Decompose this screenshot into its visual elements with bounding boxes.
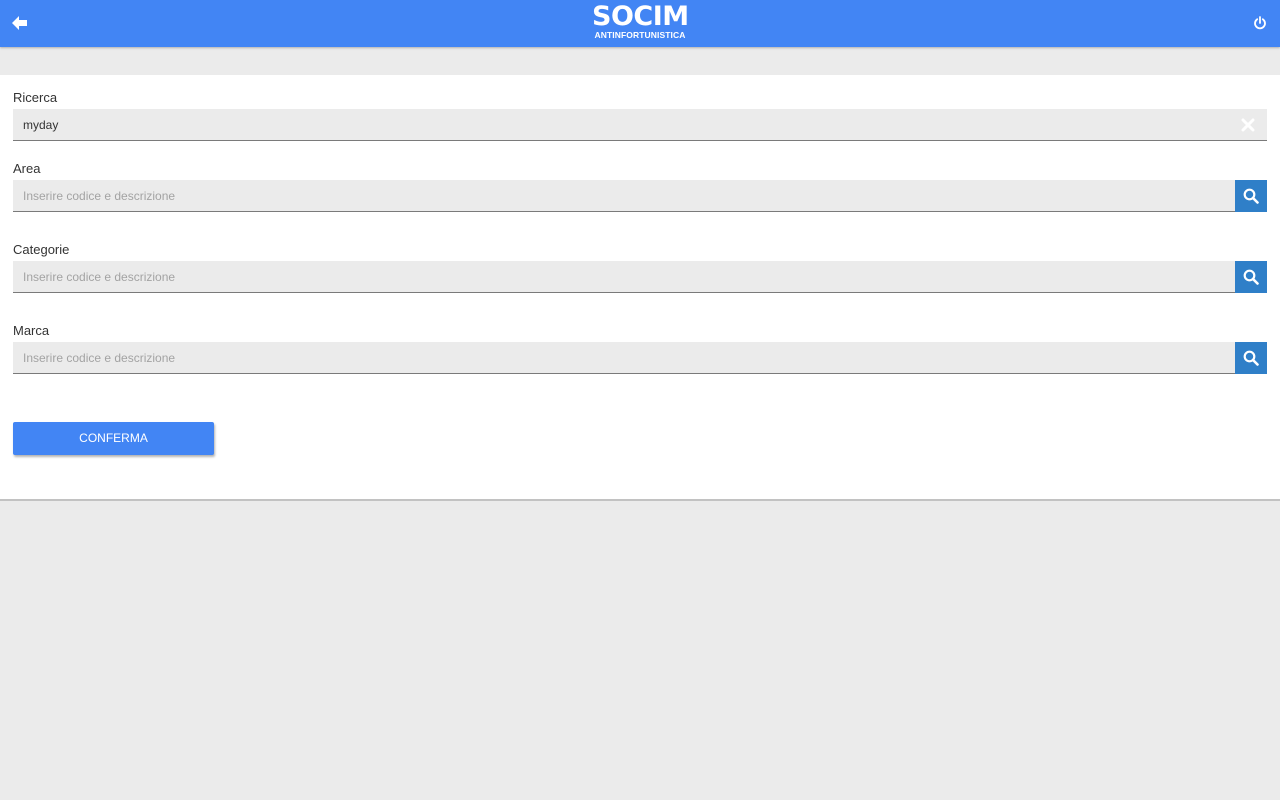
marca-label: Marca xyxy=(13,323,50,338)
confirm-button[interactable]: CONFERMA xyxy=(13,422,214,455)
ricerca-field xyxy=(13,109,1267,141)
marca-input[interactable] xyxy=(13,342,1223,373)
socim-logo: SOCIM ANTINFORTUNISTICA xyxy=(592,1,689,43)
back-button[interactable] xyxy=(8,11,32,35)
search-icon xyxy=(1243,188,1259,204)
close-icon xyxy=(1241,118,1255,132)
filter-panel: Ricerca Area Categorie Marca xyxy=(0,75,1280,501)
area-field xyxy=(13,180,1267,212)
power-icon xyxy=(1254,16,1266,30)
power-button[interactable] xyxy=(1248,11,1272,35)
ricerca-input[interactable] xyxy=(13,109,1223,140)
categorie-field xyxy=(13,261,1267,293)
ricerca-label: Ricerca xyxy=(13,90,58,105)
categorie-label: Categorie xyxy=(13,242,70,257)
arrow-left-icon xyxy=(12,16,27,30)
categorie-search-button[interactable] xyxy=(1235,261,1267,293)
search-icon xyxy=(1243,350,1259,366)
area-input[interactable] xyxy=(13,180,1223,211)
marca-field xyxy=(13,342,1267,374)
search-icon xyxy=(1243,269,1259,285)
categorie-input[interactable] xyxy=(13,261,1223,292)
area-label: Area xyxy=(13,161,41,176)
top-app-bar: SOCIM ANTINFORTUNISTICA xyxy=(0,0,1280,47)
marca-search-button[interactable] xyxy=(1235,342,1267,374)
logo-sub-text: ANTINFORTUNISTICA xyxy=(594,30,686,40)
area-search-button[interactable] xyxy=(1235,180,1267,212)
clear-button[interactable] xyxy=(1241,118,1255,132)
logo-main-text: SOCIM xyxy=(592,1,689,32)
